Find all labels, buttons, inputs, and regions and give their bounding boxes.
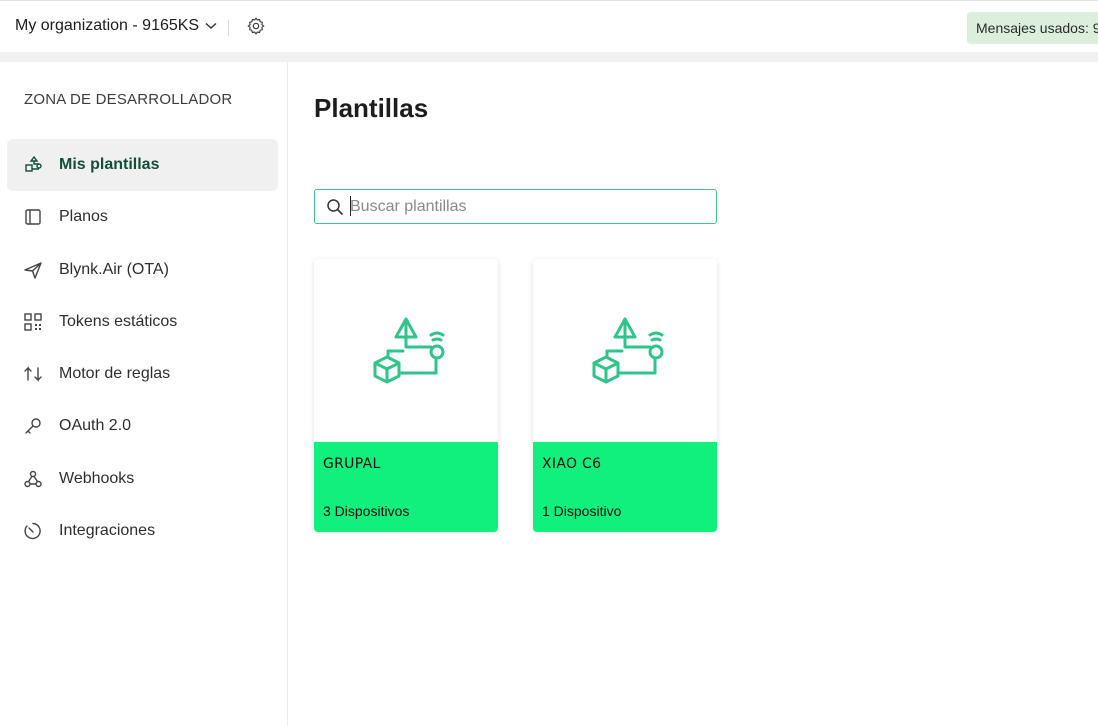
sidebar-heading: ZONA DE DESARROLLADOR [24,91,233,108]
search-box[interactable] [314,189,717,224]
sidebar-item-label: Webhooks [59,470,135,487]
template-illustration [314,259,498,442]
template-card-grupal[interactable]: GRUPAL 3 Dispositivos [314,259,498,532]
chevron-down-icon [205,22,217,29]
template-name: GRUPAL [323,456,381,472]
webhook-icon [7,469,59,489]
device-network-icon [592,317,664,384]
organization-selector[interactable]: My organization - 9165KS [15,17,217,35]
sidebar-item-label: Blynk.Air (OTA) [59,261,169,278]
messages-used-badge[interactable]: Mensajes usados: 9 [967,12,1098,44]
card-footer: XIAO C6 1 Dispositivo [533,442,717,532]
sidebar: ZONA DE DESARROLLADOR Mis plantillas Pla… [0,62,288,726]
sidebar-item-tokens-estaticos[interactable]: Tokens estáticos [7,296,278,348]
text-caret [350,196,351,216]
sidebar-item-label: Mis plantillas [59,156,160,173]
sidebar-item-label: Motor de reglas [59,365,171,382]
header-divider [228,20,229,36]
paper-plane-icon [7,260,59,280]
sidebar-item-blynk-air[interactable]: Blynk.Air (OTA) [7,244,278,296]
key-icon [7,416,59,436]
organization-name: My organization - 9165KS [15,17,200,34]
settings-gear-icon[interactable] [246,16,266,41]
search-icon [327,198,343,215]
device-network-icon [373,317,445,384]
sidebar-item-label: Planos [59,208,108,225]
sidebar-item-label: OAuth 2.0 [59,417,132,434]
sidebar-item-planos[interactable]: Planos [7,191,278,243]
integrations-icon [7,521,59,541]
device-count: 1 Dispositivo [542,503,622,519]
page-title: Plantillas [314,93,429,123]
templates-icon [7,155,59,175]
sidebar-item-oauth[interactable]: OAuth 2.0 [7,400,278,452]
sidebar-item-mis-plantillas[interactable]: Mis plantillas [7,139,278,191]
device-count: 3 Dispositivos [323,503,410,519]
sidebar-item-motor-de-reglas[interactable]: Motor de reglas [7,348,278,400]
qr-code-icon [7,312,59,332]
top-bar: My organization - 9165KS Mensajes usados… [0,0,1098,52]
sidebar-item-label: Tokens estáticos [59,313,178,330]
card-footer: GRUPAL 3 Dispositivos [314,442,498,532]
template-illustration [533,259,717,442]
sidebar-item-label: Integraciones [59,522,156,539]
template-name: XIAO C6 [542,456,602,472]
sidebar-item-integraciones[interactable]: Integraciones [7,505,278,557]
blueprint-icon [7,207,59,227]
template-card-xiao-c6[interactable]: XIAO C6 1 Dispositivo [533,259,717,532]
search-input[interactable] [350,191,716,222]
sidebar-item-webhooks[interactable]: Webhooks [7,453,278,505]
header-band [0,52,1098,62]
rules-icon [7,364,59,384]
